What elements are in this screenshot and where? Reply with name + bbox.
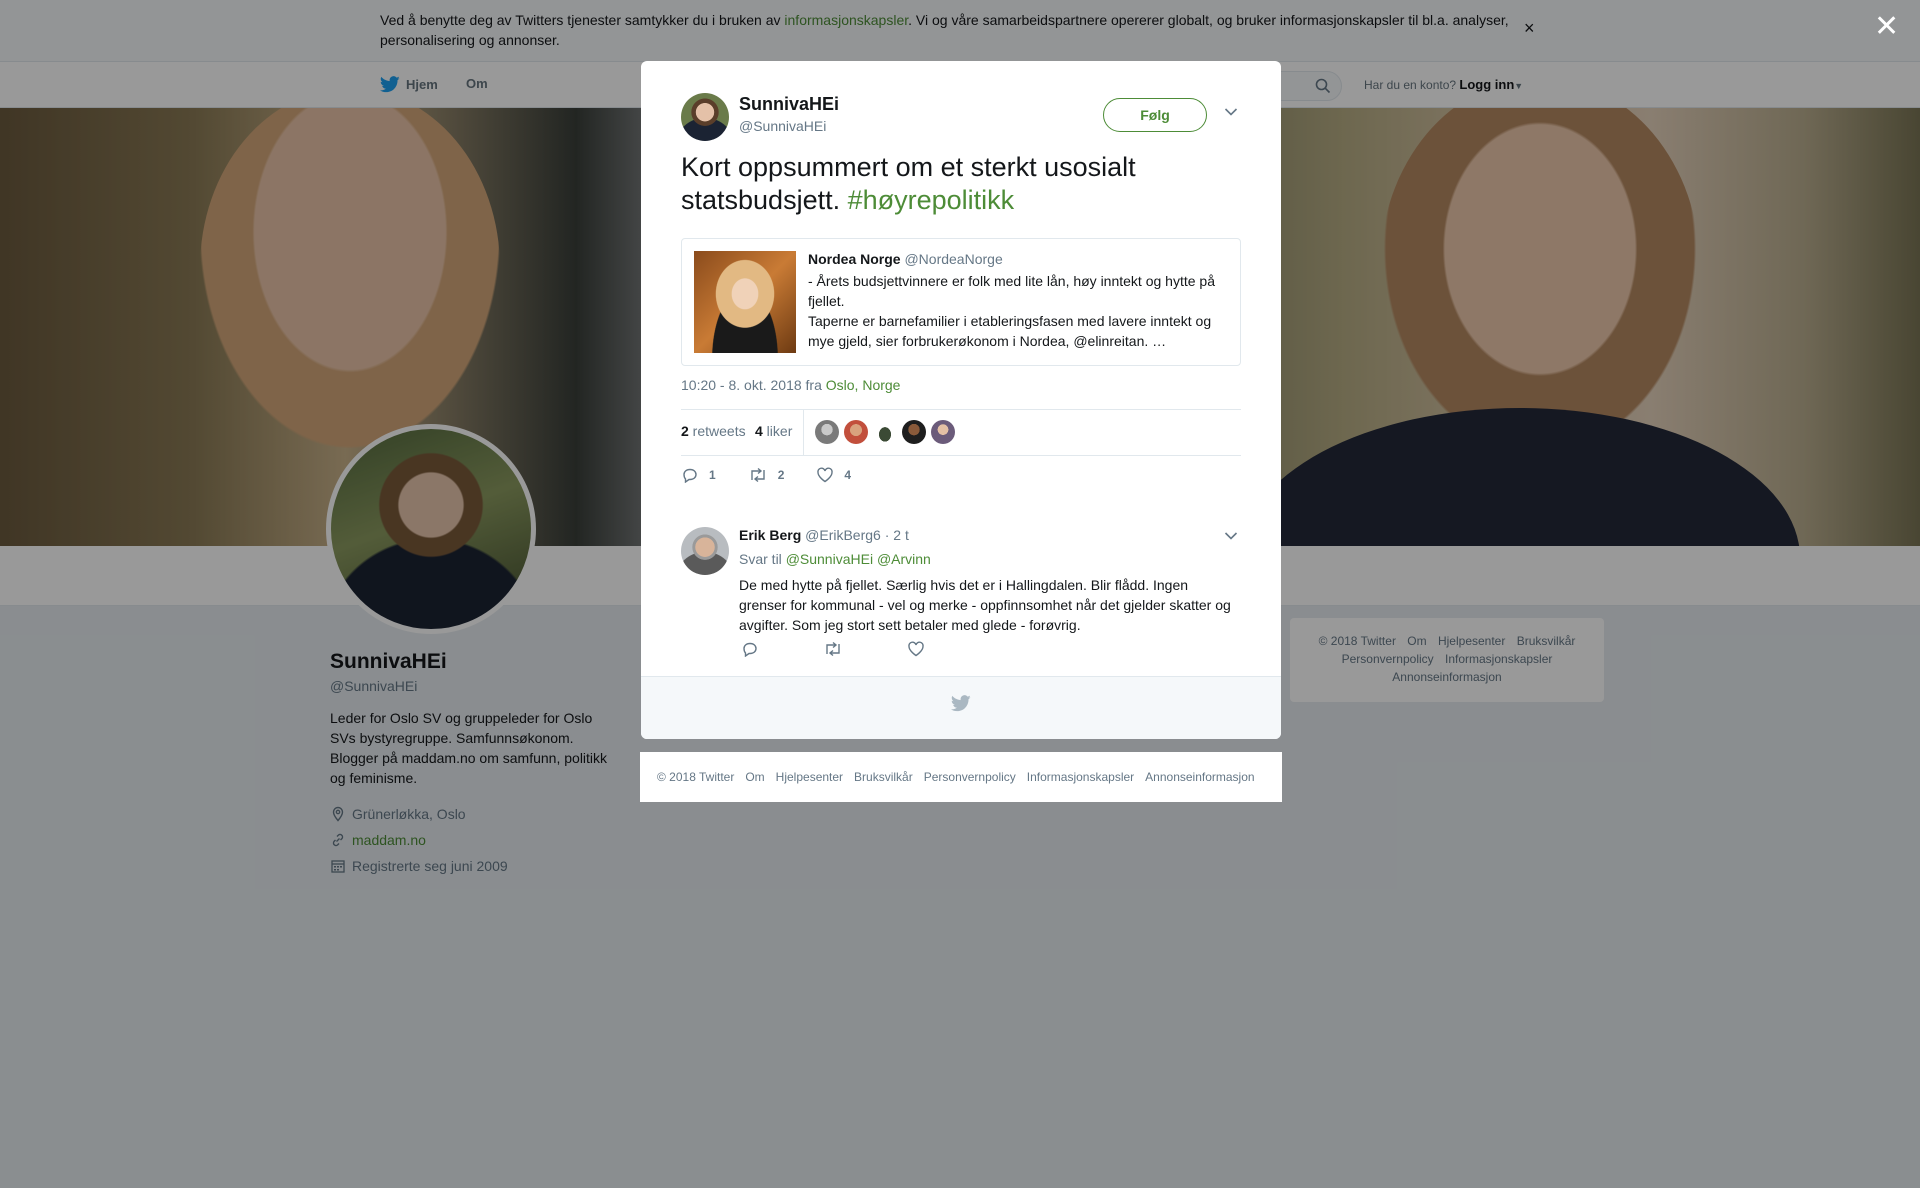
liker-avatars — [815, 420, 955, 444]
tweet-hashtag[interactable]: #høyrepolitikk — [848, 185, 1015, 215]
tweet-author-handle[interactable]: @SunnivaHEi — [739, 118, 826, 134]
liker-avatar[interactable] — [931, 420, 955, 444]
likes-count: 4 — [755, 423, 763, 439]
footer-link-privacy[interactable]: Personvernpolicy — [924, 770, 1016, 784]
modal-footer-links: © 2018 Twitter Om Hjelpesenter Bruksvilk… — [640, 752, 1282, 802]
reply-author-name[interactable]: Erik Berg — [739, 527, 801, 543]
close-icon[interactable]: ✕ — [1874, 12, 1899, 42]
footer-link-help[interactable]: Hjelpesenter — [776, 770, 843, 784]
reply-to-users[interactable]: @SunnivaHEi @Arvinn — [786, 551, 931, 567]
chevron-down-icon[interactable] — [1224, 107, 1238, 117]
like-icon — [817, 467, 834, 483]
reply-action[interactable]: 1 — [681, 467, 716, 483]
reply-header: Erik Berg @ErikBerg6 · 2 t — [739, 527, 909, 543]
quoted-tweet-text: - Årets budsjettvinnere er folk med lite… — [808, 271, 1228, 351]
retweet-icon — [750, 467, 765, 483]
tweet-modal: SunnivaHEi @SunnivaHEi Følg Kort oppsumm… — [641, 61, 1281, 739]
reply-author-avatar[interactable] — [681, 527, 729, 575]
footer-copyright: © 2018 Twitter — [657, 770, 735, 784]
liker-avatar[interactable] — [844, 420, 868, 444]
footer-link-about[interactable]: Om — [745, 770, 764, 784]
quoted-tweet-image — [694, 251, 796, 353]
reply-time[interactable]: · 2 t — [885, 527, 909, 543]
quoted-tweet[interactable]: Nordea Norge @NordeaNorge - Årets budsje… — [681, 238, 1241, 366]
reply-count: 1 — [709, 468, 716, 482]
retweet-action[interactable]: 2 — [748, 467, 785, 483]
like-icon[interactable] — [907, 641, 925, 657]
reply-actions — [741, 641, 925, 657]
reply-text: De med hytte på fjellet. Særlig hvis det… — [739, 577, 1231, 633]
like-count: 4 — [844, 468, 852, 482]
stats-divider — [803, 410, 804, 455]
likes-stat[interactable]: 4 liker — [755, 423, 792, 439]
tweet-text: Kort oppsummert om et sterkt usosialt st… — [681, 151, 1241, 217]
tweet-stats: 2 retweets 4 liker — [681, 409, 1241, 456]
reply-author-handle[interactable]: @ErikBerg6 — [805, 527, 881, 543]
liker-avatar[interactable] — [873, 420, 897, 444]
twitter-bird-icon — [951, 695, 971, 712]
quoted-author-handle: @NordeaNorge — [904, 251, 1003, 267]
modal-footer-bar — [641, 676, 1281, 739]
liker-avatar[interactable] — [815, 420, 839, 444]
retweets-count: 2 — [681, 423, 689, 439]
reply-icon[interactable] — [741, 641, 759, 657]
reply-icon — [683, 468, 697, 483]
reply-to-line: Svar til @SunnivaHEi @Arvinn — [739, 551, 931, 567]
chevron-down-icon[interactable] — [1224, 531, 1238, 541]
likes-label: liker — [762, 423, 793, 439]
tweet-place-link[interactable]: Oslo, Norge — [826, 377, 901, 393]
quoted-author-name: Nordea Norge — [808, 251, 901, 267]
retweets-label: retweets — [688, 423, 746, 439]
retweets-stat[interactable]: 2 retweets — [681, 423, 746, 439]
tweet-actions: 1 2 4 — [681, 467, 851, 483]
tweet-author-name[interactable]: SunnivaHEi — [739, 94, 839, 115]
quoted-line-2: Taperne er barnefamilier i etableringsfa… — [808, 313, 1212, 349]
reply-to-label: Svar til — [739, 551, 786, 567]
retweet-icon[interactable] — [823, 641, 843, 657]
tweet-author-avatar[interactable] — [681, 93, 729, 141]
footer-link-cookies[interactable]: Informasjonskapsler — [1027, 770, 1134, 784]
tweet-time-text: 10:20 - 8. okt. 2018 fra — [681, 377, 826, 393]
like-action[interactable]: 4 — [816, 467, 851, 483]
follow-button[interactable]: Følg — [1103, 98, 1207, 132]
tweet-timestamp: 10:20 - 8. okt. 2018 fra Oslo, Norge — [681, 377, 900, 393]
footer-link-terms[interactable]: Bruksvilkår — [854, 770, 913, 784]
footer-link-ads[interactable]: Annonseinformasjon — [1145, 770, 1254, 784]
quoted-tweet-header: Nordea Norge @NordeaNorge — [808, 251, 1003, 267]
retweet-count: 2 — [777, 468, 785, 482]
quoted-line-1: - Årets budsjettvinnere er folk med lite… — [808, 273, 1215, 309]
liker-avatar[interactable] — [902, 420, 926, 444]
